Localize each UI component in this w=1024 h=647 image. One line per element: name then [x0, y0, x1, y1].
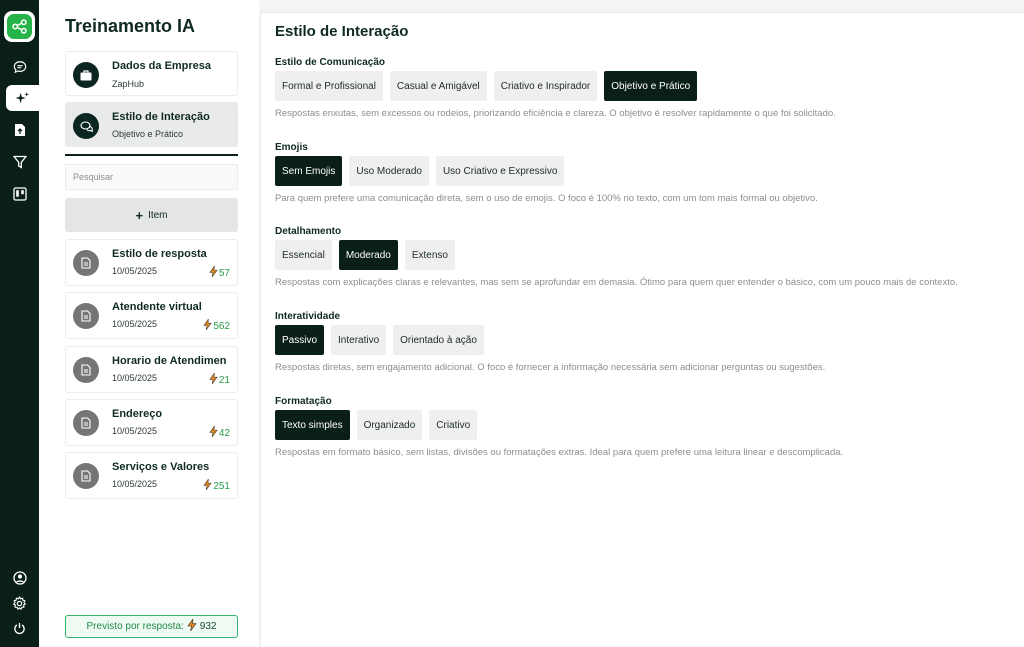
count-value: 57 [218, 267, 230, 279]
option-group-label: Estilo de Comunicação [275, 57, 386, 68]
option-button[interactable]: Formal e Profissional [275, 71, 383, 101]
count-value: 21 [218, 374, 230, 386]
plus-icon: + [135, 207, 144, 223]
list-item-title: Horario de Atendimen [112, 355, 227, 367]
chat-bubbles-icon [73, 113, 99, 139]
option-group-label: Formatação [275, 396, 332, 407]
option-button[interactable]: Orientado à ação [393, 325, 484, 355]
bolt-icon [209, 425, 218, 440]
user-circle-icon[interactable] [5, 565, 34, 591]
list-item[interactable]: Horario de Atendimen 10/05/2025 21 [65, 346, 238, 393]
training-panel: Treinamento IA Dados da Empresa ZapHub E… [39, 0, 259, 647]
list-item-title: Endereço [112, 408, 163, 420]
chat-icon[interactable] [5, 54, 34, 80]
interaction-style-card[interactable]: Estilo de Interação Objetivo e Prático [65, 102, 238, 147]
option-description: Respostas enxutas, sem excessos ou rodei… [275, 108, 836, 119]
option-group-label: Interatividade [275, 311, 341, 322]
option-button[interactable]: Moderado [338, 240, 398, 270]
add-item-button[interactable]: + Item [65, 198, 238, 232]
list-item-title: Serviços e Valores [112, 461, 210, 473]
bolt-icon [209, 372, 218, 387]
option-group-label: Emojis [275, 142, 308, 153]
option-group: Interatividade Passivo Interativo Orientado… [275, 311, 1015, 373]
bolt-icon [209, 265, 218, 280]
option-button[interactable]: Interativo [331, 325, 387, 355]
bolt-icon [203, 478, 212, 493]
option-button[interactable]: Uso Criativo e Expressivo [435, 156, 565, 186]
bolt-icon [203, 318, 212, 333]
list-item-count: 42 [209, 425, 230, 440]
document-icon [73, 410, 99, 436]
list-item[interactable]: Serviços e Valores 10/05/2025 251 [65, 452, 238, 499]
interaction-card-title: Estilo de Interação [112, 111, 210, 123]
option-description: Respostas em formato básico, sem listas,… [275, 447, 844, 458]
list-item-date: 10/05/2025 [112, 319, 158, 329]
option-group: Emojis Sem Emojis Uso Moderado Uso Criativo… [275, 142, 1015, 204]
list-item[interactable]: Estilo de resposta 10/05/2025 57 [65, 239, 238, 286]
logo-icon[interactable] [4, 11, 35, 42]
sparkle-icon[interactable] [6, 85, 39, 111]
list-item-date: 10/05/2025 [112, 266, 158, 276]
option-button[interactable]: Objetivo e Prático [604, 71, 698, 101]
option-button[interactable]: Texto simples [275, 410, 350, 440]
list-item-date: 10/05/2025 [112, 373, 158, 383]
list-item-count: 57 [209, 265, 230, 280]
option-group: Formatação Texto simples Organizado Criativ… [275, 396, 1015, 458]
count-value: 562 [213, 320, 230, 332]
count-value: 42 [218, 427, 230, 439]
option-button[interactable]: Essencial [275, 240, 332, 270]
option-button[interactable]: Criativo [429, 410, 478, 440]
add-item-label: Item [148, 209, 168, 221]
option-description: Para quem prefere uma comunicação direta… [275, 193, 818, 204]
list-item[interactable]: Atendente virtual 10/05/2025 562 [65, 292, 238, 339]
option-button[interactable]: Uso Moderado [349, 156, 429, 186]
divider [65, 154, 238, 156]
option-button[interactable]: Casual e Amigável [389, 71, 487, 101]
list-item-title: Estilo de resposta [112, 248, 207, 260]
power-icon[interactable] [5, 615, 34, 641]
list-item-count: 21 [209, 372, 230, 387]
interaction-card-subtitle: Objetivo e Prático [112, 129, 184, 139]
gear-icon[interactable] [5, 590, 34, 616]
main-content: Estilo de Interação Estilo de Comunicaçã… [260, 12, 1024, 647]
option-button[interactable]: Passivo [275, 325, 325, 355]
option-button[interactable]: Sem Emojis [275, 156, 343, 186]
list-item[interactable]: Endereço 10/05/2025 42 [65, 399, 238, 446]
option-description: Respostas com explicações claras e relev… [275, 277, 958, 288]
count-value: 251 [213, 480, 230, 492]
panel-title: Treinamento IA [65, 16, 196, 36]
company-card-subtitle: ZapHub [112, 79, 145, 89]
option-group-label: Detalhamento [275, 226, 342, 237]
kanban-icon[interactable] [5, 181, 34, 207]
list-item-count: 251 [203, 478, 230, 493]
option-group: Detalhamento Essencial Moderado Extenso Resp… [275, 226, 1015, 288]
document-icon [73, 250, 99, 276]
option-button[interactable]: Organizado [356, 410, 423, 440]
footer-value: 932 [199, 621, 217, 632]
option-description: Respostas diretas, sem engajamento adici… [275, 362, 826, 373]
list-item-date: 10/05/2025 [112, 426, 158, 436]
predicted-per-response-badge: Previsto por resposta: 932 [65, 615, 238, 638]
option-group: Estilo de Comunicação Formal e Profission… [275, 57, 1015, 119]
briefcase-icon [73, 62, 99, 88]
bolt-icon [187, 617, 197, 634]
list-item-count: 562 [203, 318, 230, 333]
document-upload-icon[interactable] [5, 117, 34, 143]
list-item-title: Atendente virtual [112, 301, 202, 313]
document-icon [73, 303, 99, 329]
footer-label: Previsto por resposta: [86, 621, 184, 632]
company-card-title: Dados da Empresa [112, 60, 212, 72]
list-item-date: 10/05/2025 [112, 479, 158, 489]
company-data-card[interactable]: Dados da Empresa ZapHub [65, 51, 238, 96]
option-button[interactable]: Criativo e Inspirador [493, 71, 598, 101]
document-icon [73, 463, 99, 489]
option-button[interactable]: Extenso [404, 240, 455, 270]
icon-rail [0, 0, 39, 647]
filter-icon[interactable] [5, 149, 34, 175]
document-icon [73, 357, 99, 383]
search-input[interactable]: Pesquisar [65, 164, 238, 190]
page-title: Estilo de Interação [275, 23, 409, 40]
